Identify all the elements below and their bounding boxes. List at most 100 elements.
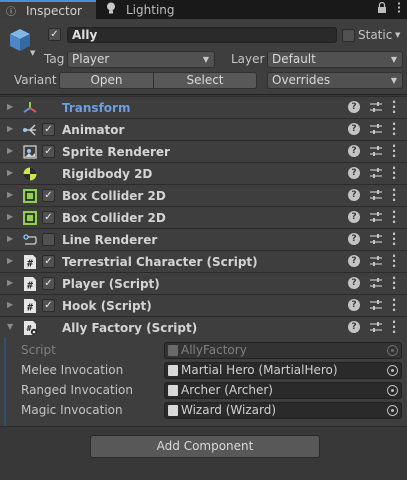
object-picker-icon[interactable] [387, 405, 398, 416]
chevron-down-icon: ▼ [202, 55, 209, 64]
component-name: Transform [62, 101, 131, 115]
gameobject-name-input[interactable]: Ally [67, 27, 337, 43]
svg-text:#: # [27, 259, 33, 270]
chevron-down-icon: ▼ [390, 76, 397, 85]
component-header[interactable]: ▶ # ✓ Terrestrial Character (Script)? · · · [0, 250, 407, 272]
presets-icon[interactable] [369, 232, 383, 246]
presets-icon[interactable] [369, 144, 383, 158]
component-header[interactable]: ▶ Transform? · · · [0, 96, 407, 118]
context-menu-icon[interactable]: · · · [391, 140, 397, 162]
component-header[interactable]: ▶ ✓ Sprite Renderer? · · · [0, 140, 407, 162]
kebab-menu-icon[interactable]: · · · [397, 0, 401, 17]
component-header[interactable]: ▶ ✓ Animator? · · · [0, 118, 407, 140]
component-header[interactable]: ▶ # ✓ Player (Script)? · · · [0, 272, 407, 294]
field-label-magic: Magic Invocation [21, 403, 123, 417]
magic-invocation-value: Wizard (Wizard) [181, 403, 277, 417]
object-picker-icon[interactable] [387, 385, 398, 396]
context-menu-icon[interactable]: · · · [391, 184, 397, 206]
ranged-invocation-field[interactable]: Archer (Archer) [164, 382, 402, 399]
foldout-collapsed-icon[interactable]: ▶ [7, 234, 13, 243]
add-component-button[interactable]: Add Component [90, 435, 320, 458]
component-header[interactable]: ▼ # Ally Factory (Script)? · · · [0, 316, 407, 338]
presets-icon[interactable] [369, 122, 383, 136]
context-menu-icon[interactable]: · · · [391, 228, 397, 250]
foldout-collapsed-icon[interactable]: ▶ [7, 146, 13, 155]
foldout-collapsed-icon[interactable]: ▶ [7, 212, 13, 221]
help-icon[interactable]: ? [348, 299, 360, 311]
context-menu-icon[interactable]: · · · [391, 118, 397, 140]
presets-icon[interactable] [369, 320, 383, 334]
foldout-collapsed-icon[interactable]: ▶ [7, 102, 13, 111]
presets-icon[interactable] [369, 298, 383, 312]
lock-icon[interactable] [377, 1, 387, 17]
component-enabled-checkbox[interactable]: ✓ [42, 277, 55, 290]
tab-tools: · · · [377, 0, 401, 17]
context-menu-icon[interactable]: · · · [391, 272, 397, 294]
foldout-collapsed-icon[interactable]: ▶ [7, 168, 13, 177]
tab-inspector[interactable]: ⓘ Inspector [0, 0, 96, 19]
bulb-icon [106, 2, 120, 17]
prefab-open-button[interactable]: Open [59, 72, 154, 89]
object-picker-icon[interactable] [387, 365, 398, 376]
component-enabled-checkbox[interactable]: ✓ [42, 123, 55, 136]
component-header[interactable]: ▶ Rigidbody 2D? · · · [0, 162, 407, 184]
context-menu-icon[interactable]: · · · [391, 294, 397, 316]
static-dropdown-icon[interactable]: ▼ [395, 31, 400, 39]
magic-invocation-field[interactable]: Wizard (Wizard) [164, 402, 402, 419]
component-enabled-checkbox[interactable] [42, 233, 55, 246]
component-enabled-checkbox[interactable]: ✓ [42, 299, 55, 312]
foldout-collapsed-icon[interactable]: ▶ [7, 190, 13, 199]
foldout-collapsed-icon[interactable]: ▶ [7, 300, 13, 309]
help-icon[interactable]: ? [348, 277, 360, 289]
component-header[interactable]: ▶ # ✓ Hook (Script)? · · · [0, 294, 407, 316]
foldout-collapsed-icon[interactable]: ▶ [7, 124, 13, 133]
tag-label: Tag [44, 52, 65, 66]
component-header[interactable]: ▶ ✓ Box Collider 2D? · · · [0, 184, 407, 206]
gameobject-cube-icon[interactable] [8, 27, 32, 55]
component-enabled-checkbox[interactable]: ✓ [42, 211, 55, 224]
context-menu-icon[interactable]: · · · [391, 96, 397, 118]
help-icon[interactable]: ? [348, 321, 360, 333]
component-enabled-checkbox[interactable]: ✓ [42, 189, 55, 202]
foldout-collapsed-icon[interactable]: ▶ [7, 278, 13, 287]
presets-icon[interactable] [369, 166, 383, 180]
help-icon[interactable]: ? [348, 145, 360, 157]
component-enabled-checkbox[interactable]: ✓ [42, 145, 55, 158]
component-header[interactable]: ▶ ✓ Box Collider 2D? · · · [0, 206, 407, 228]
tab-bar: ⓘ Inspector Lighting · · · [0, 0, 407, 19]
help-icon[interactable]: ? [348, 123, 360, 135]
context-menu-icon[interactable]: · · · [391, 162, 397, 184]
presets-icon[interactable] [369, 100, 383, 114]
svg-text:#: # [27, 281, 33, 292]
melee-invocation-field[interactable]: Martial Hero (MartialHero) [164, 362, 402, 379]
foldout-expanded-icon[interactable]: ▼ [7, 322, 13, 331]
script-object-value: AllyFactory [181, 343, 247, 357]
context-menu-icon[interactable]: · · · [391, 206, 397, 228]
help-icon[interactable]: ? [348, 255, 360, 267]
component-header[interactable]: ▶ Line Renderer? · · · [0, 228, 407, 250]
help-icon[interactable]: ? [348, 233, 360, 245]
icon-dropdown-arrow-icon[interactable]: ▼ [30, 49, 35, 57]
static-checkbox[interactable] [342, 29, 355, 42]
active-checkbox[interactable]: ✓ [48, 28, 61, 41]
presets-icon[interactable] [369, 210, 383, 224]
overrides-dropdown[interactable]: Overrides ▼ [267, 72, 403, 89]
melee-invocation-value: Martial Hero (MartialHero) [181, 363, 338, 377]
context-menu-icon[interactable]: · · · [391, 316, 397, 338]
variant-label: Variant [14, 73, 57, 87]
presets-icon[interactable] [369, 254, 383, 268]
help-icon[interactable]: ? [348, 101, 360, 113]
context-menu-icon[interactable]: · · · [391, 250, 397, 272]
prefab-select-button[interactable]: Select [154, 72, 257, 89]
presets-icon[interactable] [369, 188, 383, 202]
layer-dropdown[interactable]: Default ▼ [267, 51, 403, 68]
component-enabled-checkbox[interactable]: ✓ [42, 255, 55, 268]
tab-lighting[interactable]: Lighting [98, 0, 188, 19]
presets-icon[interactable] [369, 276, 383, 290]
tag-dropdown[interactable]: Player ▼ [67, 51, 215, 68]
help-icon[interactable]: ? [348, 167, 360, 179]
help-icon[interactable]: ? [348, 189, 360, 201]
foldout-collapsed-icon[interactable]: ▶ [7, 256, 13, 265]
help-icon[interactable]: ? [348, 211, 360, 223]
component-name: Terrestrial Character (Script) [62, 255, 258, 269]
